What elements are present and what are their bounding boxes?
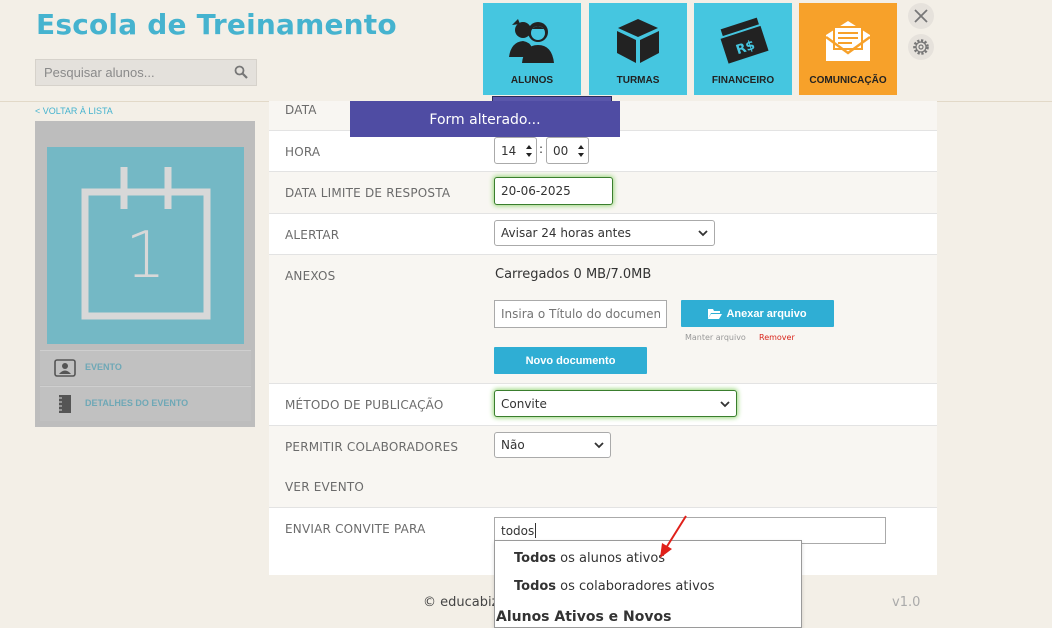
close-button[interactable]: [908, 3, 934, 29]
alertar-label: ALERTAR: [285, 228, 340, 242]
keep-file-link[interactable]: Manter arquivo: [685, 333, 746, 342]
data-limite-label: DATA LIMITE DE RESPOSTA: [285, 186, 451, 200]
permitir-label: PERMITIR COLABORADORES: [285, 440, 459, 454]
envelope-icon: [825, 21, 871, 61]
permitir-select[interactable]: Não: [494, 432, 611, 458]
document-title-input[interactable]: [494, 300, 667, 328]
option-rest: os colaboradores ativos: [556, 579, 715, 594]
gear-icon: [913, 39, 929, 55]
sidebar-item-label: EVENTO: [85, 362, 122, 372]
calendar-day: 1: [125, 219, 166, 293]
data-limite-input[interactable]: 20-06-2025: [494, 177, 613, 205]
back-to-list-link[interactable]: < VOLTAR À LISTA: [35, 106, 113, 116]
event-image: 1: [47, 147, 244, 344]
option-match: Todos: [514, 551, 557, 566]
text-cursor: [535, 523, 537, 538]
new-document-label: Novo documento: [525, 354, 616, 367]
annotation-arrow-icon: [660, 515, 687, 558]
hours-stepper[interactable]: 14: [494, 137, 537, 164]
metodo-label: MÉTODO DE PUBLICAÇÃO: [285, 398, 444, 412]
hora-label: HORA: [285, 145, 321, 159]
attach-file-button[interactable]: Anexar arquivo: [681, 300, 834, 327]
permitir-value: Não: [501, 438, 525, 452]
ver-evento-label: VER EVENTO: [285, 480, 365, 494]
hours-value: 14: [501, 143, 517, 158]
nav-alunos[interactable]: ALUNOS: [483, 3, 581, 95]
sidebar-item-evento[interactable]: EVENTO: [40, 350, 251, 385]
option-match: Todos: [514, 579, 557, 594]
nav-comunicacao-label: COMUNICAÇÃO: [809, 75, 887, 86]
search-input[interactable]: [36, 60, 226, 85]
folder-open-icon: [708, 309, 723, 319]
notebook-icon: [58, 395, 71, 413]
minutes-stepper[interactable]: 00: [546, 137, 589, 164]
settings-button[interactable]: [908, 34, 934, 60]
metodo-value: Convite: [501, 396, 547, 411]
student-search[interactable]: [35, 59, 257, 86]
minutes-value: 00: [553, 143, 569, 158]
nav-turmas[interactable]: TURMAS: [589, 3, 687, 95]
autocomplete-group-header: Alunos Ativos e Novos: [496, 609, 672, 625]
upload-quota: Carregados 0 MB/7.0MB: [495, 267, 652, 282]
metodo-select[interactable]: Convite: [494, 390, 737, 417]
nav-financeiro[interactable]: R$ FINANCEIRO: [694, 3, 792, 95]
search-icon[interactable]: [234, 65, 248, 79]
form-changed-toast: Form alterado...: [350, 101, 620, 137]
contact-card-icon: [54, 359, 76, 377]
money-icon: R$: [718, 17, 769, 65]
nav-financeiro-label: FINANCEIRO: [711, 75, 775, 86]
sidebar-item-detalhes[interactable]: DETALHES DO EVENTO: [40, 386, 251, 421]
spinner-arrows-icon[interactable]: [525, 142, 533, 160]
anexos-label: ANEXOS: [285, 269, 336, 283]
recipient-autocomplete: Todos os alunos ativos Todos os colabora…: [494, 540, 802, 628]
invite-recipient-value: todos: [501, 523, 535, 538]
data-limite-value: 20-06-2025: [501, 184, 571, 198]
app-title: Escola de Treinamento: [36, 8, 397, 41]
alertar-select[interactable]: Avisar 24 horas antes: [494, 220, 715, 246]
students-icon: [509, 19, 554, 63]
autocomplete-option[interactable]: Todos os alunos ativos: [514, 551, 665, 566]
autocomplete-option[interactable]: Todos os colaboradores ativos: [514, 579, 715, 594]
footer-copyright: © educabiz: [423, 595, 499, 610]
option-rest: os alunos ativos: [556, 551, 666, 566]
close-icon: [914, 9, 928, 23]
app-version: v1.0: [892, 595, 921, 610]
chevron-down-icon: [698, 230, 708, 237]
nav-comunicacao[interactable]: COMUNICAÇÃO: [799, 3, 897, 95]
attach-file-label: Anexar arquivo: [726, 307, 807, 320]
event-sidebar: 1 EVENTO DETALHES DO EVENTO: [35, 121, 255, 427]
sidebar-item-label: DETALHES DO EVENTO: [85, 398, 189, 408]
nav-turmas-label: TURMAS: [616, 75, 660, 86]
data-label: DATA: [285, 103, 317, 117]
box-icon: [617, 19, 659, 63]
event-form: DATA HORA DATA LIMITE DE RESPOSTA ALERTA…: [269, 101, 937, 575]
enviar-label: ENVIAR CONVITE PARA: [285, 522, 426, 536]
spinner-arrows-icon[interactable]: [577, 142, 585, 160]
alertar-value: Avisar 24 horas antes: [501, 226, 631, 240]
chevron-down-icon: [720, 400, 730, 407]
remove-file-link[interactable]: Remover: [759, 333, 795, 342]
new-document-button[interactable]: Novo documento: [494, 347, 647, 374]
time-separator: :: [539, 142, 544, 156]
nav-alunos-label: ALUNOS: [510, 75, 554, 86]
chevron-down-icon: [594, 442, 604, 449]
row-hora: HORA: [269, 131, 937, 172]
